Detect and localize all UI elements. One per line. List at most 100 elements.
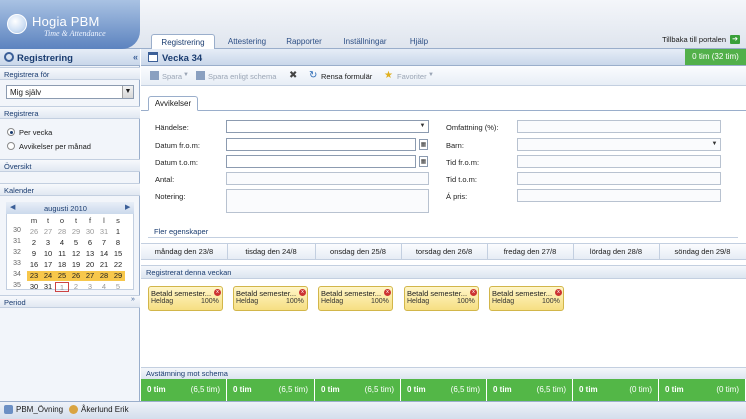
prev-month-icon[interactable]: ◀ xyxy=(10,203,15,211)
calendar-day[interactable]: 25 xyxy=(55,271,69,281)
calendar-day[interactable]: 23 xyxy=(27,271,41,281)
datum-tom-input[interactable] xyxy=(226,155,416,168)
calendar-day[interactable]: 7 xyxy=(97,238,111,248)
calendar-day[interactable]: 1 xyxy=(55,282,69,292)
calendar-day[interactable]: 1 xyxy=(111,227,125,237)
date-picker-icon[interactable]: ▦ xyxy=(419,139,428,150)
chevron-down-icon[interactable]: ▼ xyxy=(122,86,133,98)
week-number[interactable]: 35 xyxy=(12,282,22,289)
calendar-day[interactable]: 9 xyxy=(27,249,41,259)
calendar-day[interactable]: 12 xyxy=(69,249,83,259)
calendar-day[interactable]: 17 xyxy=(41,260,55,270)
favorites-button[interactable]: Favoriter xyxy=(397,72,427,81)
week-number[interactable]: 33 xyxy=(12,260,22,267)
remove-icon[interactable]: x xyxy=(214,289,221,296)
calendar-day[interactable]: 31 xyxy=(41,282,55,292)
save-icon[interactable] xyxy=(150,71,159,80)
calendar-day[interactable]: 10 xyxy=(41,249,55,259)
tab-rapporter[interactable]: Rapporter xyxy=(280,34,328,49)
tab-hjalp[interactable]: Hjälp xyxy=(402,34,436,49)
collapse-sidebar-icon[interactable]: « xyxy=(133,52,138,62)
calendar-day[interactable]: 28 xyxy=(55,227,69,237)
tab-attestering[interactable]: Attestering xyxy=(222,34,272,49)
calendar-day[interactable]: 24 xyxy=(41,271,55,281)
calendar-day[interactable]: 6 xyxy=(83,238,97,248)
calendar-day[interactable]: 30 xyxy=(83,227,97,237)
notering-textarea[interactable] xyxy=(226,189,429,213)
week-number[interactable]: 31 xyxy=(12,238,22,245)
calendar-day[interactable]: 11 xyxy=(55,249,69,259)
tab-registrering[interactable]: Registrering xyxy=(151,34,215,50)
calendar-day[interactable]: 18 xyxy=(55,260,69,270)
calendar-day[interactable]: 27 xyxy=(41,227,55,237)
calendar-day[interactable]: 8 xyxy=(111,238,125,248)
week-number[interactable]: 34 xyxy=(12,271,22,278)
star-icon[interactable]: ★ xyxy=(384,70,393,81)
clear-form-button[interactable]: Rensa formulär xyxy=(321,72,372,81)
radio-per-vecka[interactable] xyxy=(7,128,15,136)
save-schedule-button[interactable]: Spara enligt schema xyxy=(208,72,276,81)
save-button[interactable]: Spara xyxy=(162,72,182,81)
next-month-icon[interactable]: ▶ xyxy=(125,203,130,211)
remove-icon[interactable]: x xyxy=(299,289,306,296)
expand-icon[interactable]: » xyxy=(131,296,135,303)
week-number[interactable]: 32 xyxy=(12,249,22,256)
remove-icon[interactable]: x xyxy=(470,289,477,296)
calendar-day[interactable]: 27 xyxy=(83,271,97,281)
day-header[interactable]: tisdag den 24/8 xyxy=(227,247,315,260)
day-header[interactable]: måndag den 23/8 xyxy=(141,247,227,260)
remove-icon[interactable]: x xyxy=(384,289,391,296)
section-oversikt[interactable]: Översikt xyxy=(0,159,140,172)
section-period[interactable]: Period xyxy=(0,295,140,308)
calendar-day[interactable]: 3 xyxy=(41,238,55,248)
calendar-day[interactable]: 29 xyxy=(111,271,125,281)
calendar-day[interactable]: 20 xyxy=(83,260,97,270)
save-schedule-icon[interactable] xyxy=(196,71,205,80)
save-dropdown-icon[interactable]: ▼ xyxy=(183,72,189,78)
remove-icon[interactable]: x xyxy=(555,289,562,296)
tid-from-input[interactable] xyxy=(517,155,721,168)
day-header[interactable]: torsdag den 26/8 xyxy=(401,247,487,260)
person-select[interactable]: Mig själv xyxy=(6,85,134,99)
calendar-day[interactable]: 2 xyxy=(69,282,83,292)
calendar-day[interactable]: 4 xyxy=(97,282,111,292)
calendar-day[interactable]: 4 xyxy=(55,238,69,248)
favorites-dropdown-icon[interactable]: ▼ xyxy=(428,72,434,78)
calendar-day[interactable]: 31 xyxy=(97,227,111,237)
date-picker-icon[interactable]: ▦ xyxy=(419,156,428,167)
week-number[interactable]: 30 xyxy=(12,227,22,234)
calendar-day[interactable]: 15 xyxy=(111,249,125,259)
calendar-day[interactable]: 5 xyxy=(111,282,125,292)
calendar-day[interactable]: 3 xyxy=(83,282,97,292)
calendar-day[interactable]: 16 xyxy=(27,260,41,270)
calendar-day[interactable]: 14 xyxy=(97,249,111,259)
handelse-select[interactable] xyxy=(226,120,429,133)
calendar-day[interactable]: 2 xyxy=(27,238,41,248)
chevron-down-icon[interactable]: ▼ xyxy=(710,139,719,150)
delete-icon[interactable]: ✖ xyxy=(289,70,297,81)
day-header[interactable]: lördag den 28/8 xyxy=(573,247,659,260)
calendar-day[interactable]: 22 xyxy=(111,260,125,270)
day-header[interactable]: fredag den 27/8 xyxy=(487,247,573,260)
calendar-day[interactable]: 26 xyxy=(27,227,41,237)
day-header[interactable]: söndag den 29/8 xyxy=(659,247,746,260)
barn-select[interactable] xyxy=(517,138,721,151)
radio-avvikelser[interactable] xyxy=(7,142,15,150)
antal-input[interactable] xyxy=(226,172,429,185)
calendar-day[interactable]: 5 xyxy=(69,238,83,248)
calendar-day[interactable]: 30 xyxy=(27,282,41,292)
calendar-day[interactable]: 21 xyxy=(97,260,111,270)
more-properties-link[interactable]: Fler egenskaper xyxy=(154,227,208,236)
tab-installningar[interactable]: Inställningar xyxy=(336,34,394,49)
back-to-portal-link[interactable]: Tillbaka till portalen xyxy=(662,35,726,44)
omfattning-input[interactable] xyxy=(517,120,721,133)
calendar-day[interactable]: 26 xyxy=(69,271,83,281)
calendar-day[interactable]: 13 xyxy=(83,249,97,259)
calendar-day[interactable]: 29 xyxy=(69,227,83,237)
exit-icon[interactable]: ➔ xyxy=(730,35,740,44)
calendar-day[interactable]: 28 xyxy=(97,271,111,281)
datum-from-input[interactable] xyxy=(226,138,416,151)
a-pris-input[interactable] xyxy=(517,189,721,202)
day-header[interactable]: onsdag den 25/8 xyxy=(315,247,401,260)
tab-avvikelser[interactable]: Avvikelser xyxy=(148,96,198,111)
